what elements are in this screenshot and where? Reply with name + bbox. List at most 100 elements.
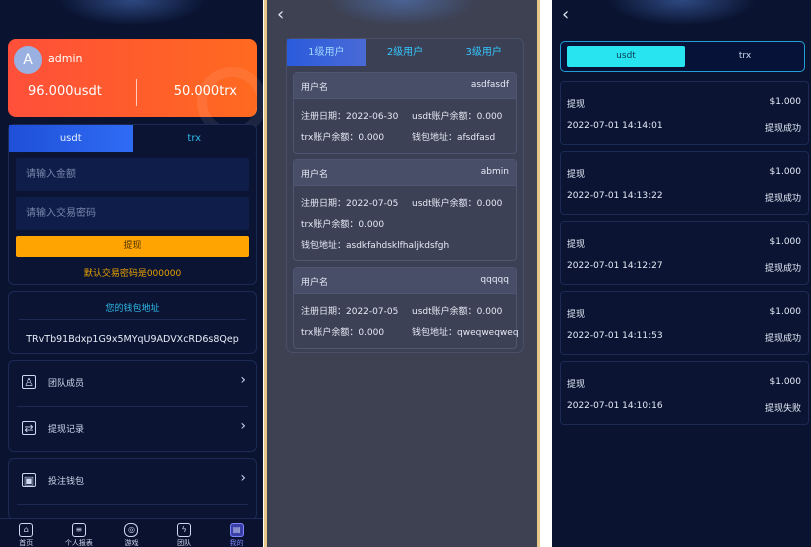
menu-group-2: ▣ 投注钱包 › [8,458,257,520]
tabbar-label: 团队 [177,539,192,547]
withdraw-records-screen: ‹ usdt trx 提现 $1.000 2022-07-01 14:14:01… [552,0,811,547]
username-label: 用户名 [301,83,329,93]
tab-level-2[interactable]: 2级用户 [366,39,445,66]
account-card: A admin 96.000usdt 50.000trx [8,39,263,137]
divider [17,504,248,505]
usdt-balance: usdt账户余额：0.000 [412,112,503,122]
withdraw-form: usdt trx 请输入金额 请输入交易密码 提现 默认交易密码是000000 [8,124,257,285]
menu-item-bet-wallet[interactable]: ▣ 投注钱包 › [9,459,256,503]
record-type: 提现 [567,310,586,320]
tab-usdt[interactable]: usdt [567,46,685,67]
record-time: 2022-07-01 14:12:27 [567,261,663,271]
balance-divider [136,79,137,106]
record-type: 提现 [567,170,586,180]
report-icon: ≡ [71,523,86,537]
usdt-balance: 96.000usdt [28,84,102,99]
tabbar-label: 首页 [19,539,34,547]
reg-date: 注册日期：2022-06-30 [301,112,399,122]
menu-label: 投注钱包 [48,477,85,487]
trx-balance: trx账户余额：0.000 [301,328,385,338]
user-card: 用户名 asdfasdf 注册日期：2022-06-30 usdt账户余额：0.… [293,72,517,154]
tab-level-1[interactable]: 1级用户 [287,39,366,66]
trx-balance: trx账户余额：0.000 [301,220,385,230]
record-status: 提现成功 [764,194,801,204]
wallet-icon: ▣ [22,473,36,487]
username-label: 用户名 [301,170,329,180]
record-status: 提现成功 [764,264,801,274]
record-amount: $1.000 [769,377,802,387]
record-time: 2022-07-01 14:11:53 [567,331,663,341]
wallet-address-title: 您的钱包地址 [105,304,160,314]
tab-level-3[interactable]: 3级用户 [444,39,523,66]
record-row: 提现 $1.000 2022-07-01 14:10:16 提现失败 [560,361,809,425]
tabbar-report[interactable]: ≡ 个人报表 [53,519,106,547]
usdt-balance: usdt账户余额：0.000 [412,199,503,209]
header-glow [606,0,757,26]
usdt-balance: usdt账户余额：0.000 [412,307,503,317]
profile-icon: ▤ [229,523,244,537]
tabbar-team[interactable]: ϟ 团队 [158,519,211,547]
record-row: 提现 $1.000 2022-07-01 14:13:22 提现成功 [560,151,809,215]
username-value: abmin [480,167,509,177]
record-amount: $1.000 [769,97,802,107]
menu-label: 提现记录 [48,425,85,435]
header-glow [327,0,477,26]
team-icon: ♙ [22,375,36,389]
amount-input[interactable]: 请输入金额 [16,158,249,191]
record-status: 提现失败 [764,404,801,414]
tab-usdt[interactable]: usdt [9,125,133,152]
tabbar-label: 个人报表 [64,539,93,547]
reg-date: 注册日期：2022-07-05 [301,307,399,317]
avatar: A [14,46,42,74]
default-password-note: 默认交易密码是000000 [83,269,182,279]
tab-trx[interactable]: trx [133,125,257,152]
reg-date: 注册日期：2022-07-05 [301,199,399,209]
menu-label: 团队成员 [48,379,85,389]
trade-password-input[interactable]: 请输入交易密码 [16,197,249,230]
wallet-screen: A admin 96.000usdt 50.000trx usdt trx 请输… [0,0,263,547]
username-value: asdfasdf [470,80,509,90]
wallet-address: 钱包地址：qweqweqweq [412,328,519,338]
tabbar-game[interactable]: ◎ 游戏 [105,519,158,547]
record-time: 2022-07-01 14:14:01 [567,121,663,131]
record-row: 提现 $1.000 2022-07-01 14:14:01 提现成功 [560,81,809,145]
chevron-right-icon: › [240,418,246,434]
tabbar-mine[interactable]: ▤ 我的 [210,519,263,547]
user-card: 用户名 qqqqq 注册日期：2022-07-05 usdt账户余额：0.000… [293,267,519,349]
header-glow [56,0,207,26]
tabbar-home[interactable]: ⌂ 首页 [0,519,53,547]
record-status: 提现成功 [764,124,801,134]
wallet-address[interactable]: TRvTb91Bdxp1G9x5MYqU9ADVXcRD6s8Qep [9,334,256,345]
bottom-tabbar: ⌂ 首页 ≡ 个人报表 ◎ 游戏 ϟ 团队 ▤ 我的 [0,518,263,547]
tabbar-label: 我的 [229,539,244,547]
divider [19,319,246,320]
tab-trx[interactable]: trx [686,46,804,67]
record-time: 2022-07-01 14:13:22 [567,191,663,201]
record-row: 提现 $1.000 2022-07-01 14:11:53 提现成功 [560,291,809,355]
menu-item-team[interactable]: ♙ 团队成员 › [9,361,256,405]
wallet-address: 钱包地址：asdkfahdsklfhaljkdsfgh [301,241,450,251]
tabbar-label: 游戏 [124,539,139,547]
menu-item-withdraw-records[interactable]: ⇄ 提现记录 › [9,407,256,451]
record-status: 提现成功 [764,334,801,344]
back-icon[interactable]: ‹ [562,4,569,25]
wallet-address: 钱包地址：afsdfasd [412,133,496,143]
chevron-right-icon: › [240,372,246,388]
home-icon: ⌂ [19,523,34,537]
trx-balance: 50.000trx [173,84,237,99]
record-type: 提现 [567,240,586,250]
currency-tabs: usdt trx [560,41,805,72]
gamepad-icon: ◎ [124,523,139,537]
withdraw-button[interactable]: 提现 [16,236,249,257]
back-icon[interactable]: ‹ [277,4,284,25]
record-type: 提现 [567,100,586,110]
record-type: 提现 [567,380,586,390]
trx-balance: trx账户余额：0.000 [301,133,385,143]
username-value: qqqqq [480,275,509,285]
record-icon: ⇄ [22,421,36,435]
record-row: 提现 $1.000 2022-07-01 14:12:27 提现成功 [560,221,809,285]
record-amount: $1.000 [769,237,802,247]
user-card: 用户名 abmin 注册日期：2022-07-05 usdt账户余额：0.000… [293,159,517,261]
record-time: 2022-07-01 14:10:16 [567,401,663,411]
team-list-container: 1级用户 2级用户 3级用户 用户名 asdfasdf 注册日期：2022-06… [287,39,523,352]
